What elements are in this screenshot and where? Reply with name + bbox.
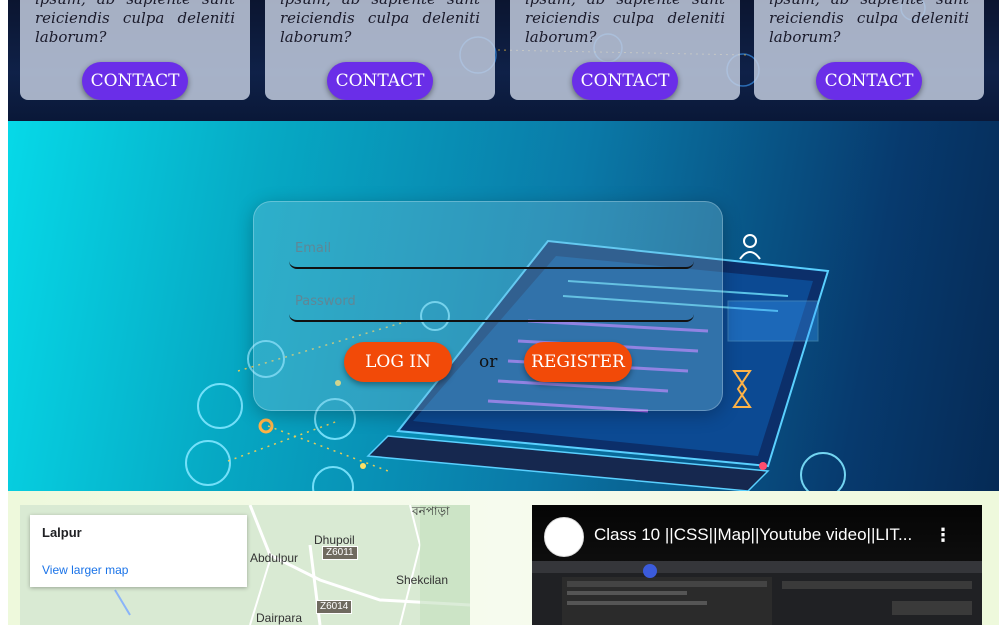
- login-button[interactable]: LOG IN: [344, 342, 452, 382]
- service-card-1: ipsum, ab sapiente sunt reiciendis culpa…: [20, 0, 250, 100]
- card-text: ipsum, ab sapiente sunt reiciendis culpa…: [35, 0, 235, 46]
- password-field[interactable]: Password: [289, 288, 694, 322]
- road-badge-z6014: Z6014: [316, 600, 353, 614]
- more-options-icon[interactable]: ⋮: [934, 525, 952, 546]
- embeds-section: Lalpur View larger map Dhupoil Abdulpur …: [8, 491, 999, 625]
- card-text: ipsum, ab sapiente sunt reiciendis culpa…: [280, 0, 480, 46]
- channel-avatar[interactable]: [544, 517, 584, 557]
- map-label-abdulpur: Abdulpur: [250, 551, 299, 565]
- contact-button[interactable]: CONTACT: [572, 62, 678, 100]
- card-text: ipsum, ab sapiente sunt reiciendis culpa…: [525, 0, 725, 46]
- road-badge-z6011: Z6011: [322, 546, 358, 560]
- contact-button[interactable]: CONTACT: [327, 62, 433, 100]
- card-text: ipsum, ab sapiente sunt reiciendis culpa…: [769, 0, 969, 46]
- service-card-3: ipsum, ab sapiente sunt reiciendis culpa…: [510, 0, 740, 100]
- email-field[interactable]: Email: [289, 235, 694, 269]
- map-label-bonpara: বনপাড়া: [412, 505, 450, 518]
- youtube-video-embed[interactable]: Class 10 ||CSS||Map||Youtube video||LIT.…: [532, 505, 982, 625]
- view-larger-map-link[interactable]: View larger map: [42, 563, 128, 577]
- map-label-dairpara: Dairpara: [256, 611, 303, 625]
- or-separator: or: [479, 352, 498, 372]
- services-cards-section: ipsum, ab sapiente sunt reiciendis culpa…: [8, 0, 999, 121]
- login-section: Email Password LOG IN or REGISTER: [8, 121, 999, 491]
- contact-button[interactable]: CONTACT: [816, 62, 922, 100]
- login-form-panel: Email Password LOG IN or REGISTER: [253, 201, 723, 411]
- video-title[interactable]: Class 10 ||CSS||Map||Youtube video||LIT.…: [594, 525, 934, 545]
- map-info-card: Lalpur View larger map: [30, 515, 247, 587]
- map-place-name: Lalpur: [42, 525, 82, 540]
- google-map-embed[interactable]: Lalpur View larger map Dhupoil Abdulpur …: [20, 505, 470, 625]
- map-label-dhupoil: Dhupoil: [314, 533, 355, 547]
- email-placeholder: Email: [295, 241, 332, 256]
- contact-button[interactable]: CONTACT: [82, 62, 188, 100]
- map-label-shekcilan: Shekcilan: [396, 573, 449, 587]
- video-header: Class 10 ||CSS||Map||Youtube video||LIT.…: [532, 505, 982, 561]
- password-placeholder: Password: [295, 294, 356, 309]
- service-card-4: ipsum, ab sapiente sunt reiciendis culpa…: [754, 0, 984, 100]
- service-card-2: ipsum, ab sapiente sunt reiciendis culpa…: [265, 0, 495, 100]
- video-thumbnail: [532, 561, 982, 625]
- screen-recording-graphic: [532, 561, 982, 625]
- register-button[interactable]: REGISTER: [524, 342, 632, 382]
